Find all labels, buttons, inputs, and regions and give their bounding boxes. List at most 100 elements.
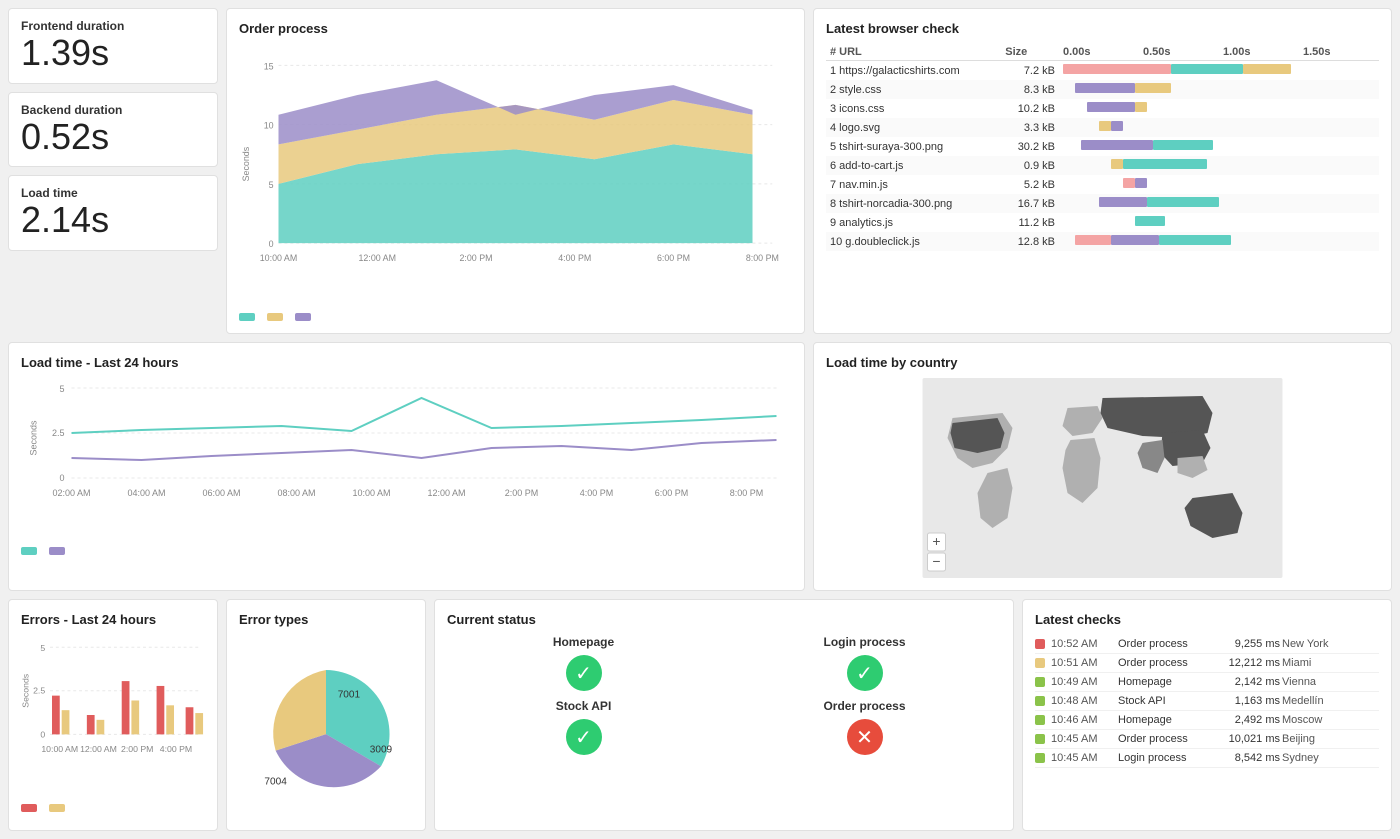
svg-text:02:00 AM: 02:00 AM [52,488,90,498]
row-num: 2 style.css [826,80,1001,99]
row-bars [1059,194,1379,213]
check-name: Stock API [1118,695,1218,707]
browser-check-row: 5 tshirt-suraya-300.png 30.2 kB [826,137,1379,156]
col-size: Size [1001,44,1059,61]
browser-check-row: 1 https://galacticshirts.com 7.2 kB [826,61,1379,81]
row-num: 4 logo.svg [826,118,1001,137]
legend-purple [295,313,311,321]
svg-text:7004: 7004 [264,777,287,788]
row-bars [1059,232,1379,251]
svg-text:2:00 PM: 2:00 PM [121,744,153,754]
homepage-status-icon: ✓ [566,655,602,691]
row-size: 3.3 kB [1001,118,1059,137]
row-num: 7 nav.min.js [826,175,1001,194]
browser-check-row: 6 add-to-cart.js 0.9 kB [826,156,1379,175]
stock-status-icon: ✓ [566,719,602,755]
row-num: 6 add-to-cart.js [826,156,1001,175]
row-bars [1059,99,1379,118]
check-dot [1035,658,1045,668]
svg-text:0: 0 [59,473,64,483]
svg-text:8:00 PM: 8:00 PM [730,488,764,498]
browser-check-title: Latest browser check [826,21,1379,36]
check-name: Login process [1118,752,1218,764]
order-status-icon: ✕ [847,719,883,755]
legend-yellow [49,804,65,812]
check-ms: 2,142 ms [1220,676,1280,688]
row-size: 10.2 kB [1001,99,1059,118]
col-05s: 0.50s [1139,44,1219,61]
col-1s: 1.00s [1219,44,1299,61]
svg-text:8:00 PM: 8:00 PM [746,253,779,263]
svg-text:Seconds: Seconds [29,420,39,456]
svg-text:10:00 AM: 10:00 AM [352,488,390,498]
svg-text:4:00 PM: 4:00 PM [580,488,614,498]
row-num: 9 analytics.js [826,213,1001,232]
row-num: 3 icons.css [826,99,1001,118]
check-dot [1035,715,1045,725]
col-url: # URL [826,44,1001,61]
svg-text:5: 5 [269,180,274,190]
svg-text:10:00 AM: 10:00 AM [260,253,298,263]
row-size: 16.7 kB [1001,194,1059,213]
check-city: Medellín [1282,695,1379,707]
row-num: 10 g.doubleclick.js [826,232,1001,251]
svg-text:12:00 AM: 12:00 AM [427,488,465,498]
error-types-chart: 7001 3009 7004 [239,635,413,815]
world-map: + − [826,378,1379,578]
latest-check-row: 10:48 AM Stock API 1,163 ms Medellín [1035,692,1379,711]
check-time: 10:49 AM [1051,676,1116,688]
metrics-column: Frontend duration 1.39s Backend duration… [8,8,218,334]
svg-text:5: 5 [40,643,45,653]
row-size: 7.2 kB [1001,61,1059,81]
check-ms: 8,542 ms [1220,752,1280,764]
check-ms: 1,163 ms [1220,695,1280,707]
order-process-legend [239,313,792,321]
frontend-value: 1.39s [21,33,205,73]
svg-text:12:00 AM: 12:00 AM [80,744,117,754]
row-bars [1059,61,1379,81]
backend-duration-card: Backend duration 0.52s [8,92,218,168]
row-size: 30.2 kB [1001,137,1059,156]
row-num: 1 https://galacticshirts.com [826,61,1001,81]
order-process-title: Order process [239,21,792,36]
latest-check-row: 10:45 AM Order process 10,021 ms Beijing [1035,730,1379,749]
order-label: Order process [823,699,905,713]
row-bars [1059,175,1379,194]
status-order: Order process ✕ [728,699,1001,755]
latest-checks-title: Latest checks [1035,612,1379,627]
load-label: Load time [21,186,205,200]
load-time-24h-chart: 0 2.5 5 Seconds 02:00 AM 04:00 AM 06:00 … [21,378,792,538]
check-city: Vienna [1282,676,1379,688]
bottom-row: Errors - Last 24 hours 0 2.5 5 Seconds [8,599,1392,831]
check-name: Order process [1118,657,1218,669]
check-dot [1035,753,1045,763]
check-time: 10:45 AM [1051,733,1116,745]
load-time-24h-card: Load time - Last 24 hours 0 2.5 5 Second… [8,342,805,591]
row-size: 12.8 kB [1001,232,1059,251]
check-city: Sydney [1282,752,1379,764]
row-num: 5 tshirt-suraya-300.png [826,137,1001,156]
status-grid: Homepage ✓ Login process ✓ Stock API ✓ O… [447,635,1001,755]
load-time-country-title: Load time by country [826,355,1379,370]
load-time-country-card: Load time by country [813,342,1392,591]
row-size: 8.3 kB [1001,80,1059,99]
check-dot [1035,677,1045,687]
map-svg: + − [826,378,1379,578]
errors-24h-title: Errors - Last 24 hours [21,612,205,627]
svg-text:10:00 AM: 10:00 AM [41,744,78,754]
row-size: 5.2 kB [1001,175,1059,194]
error-types-title: Error types [239,612,413,627]
order-process-chart: 0 5 10 15 Seconds 10:00 AM 12:00 AM 2:00… [239,44,792,304]
backend-value: 0.52s [21,117,205,157]
browser-check-row: 9 analytics.js 11.2 kB [826,213,1379,232]
check-ms: 12,212 ms [1220,657,1280,669]
latest-check-row: 10:52 AM Order process 9,255 ms New York [1035,635,1379,654]
check-name: Order process [1118,733,1218,745]
order-process-card: Order process 0 5 10 15 Seconds 10:00 AM… [226,8,805,334]
svg-text:2:00 PM: 2:00 PM [505,488,539,498]
svg-text:06:00 AM: 06:00 AM [202,488,240,498]
svg-text:12:00 AM: 12:00 AM [359,253,397,263]
svg-text:6:00 PM: 6:00 PM [655,488,689,498]
check-dot [1035,734,1045,744]
load-time-24h-legend [21,547,792,555]
